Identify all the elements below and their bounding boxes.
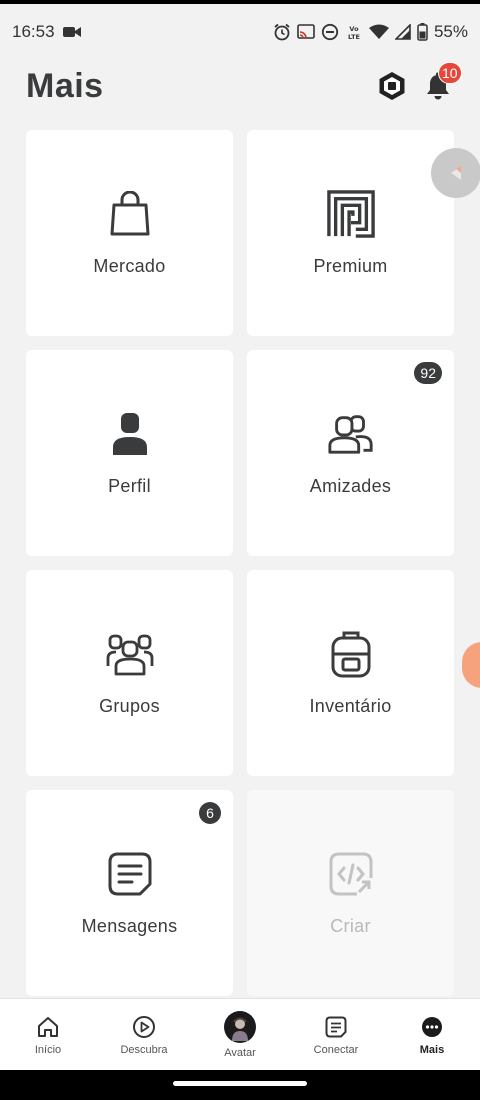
notifications-button[interactable]: 10 [422, 62, 462, 102]
overlay-arrow-icon [451, 166, 461, 180]
page-title: Mais [26, 66, 104, 105]
robux-icon [379, 72, 405, 100]
header-actions: 10 [376, 62, 462, 102]
nav-item-avatar[interactable]: Avatar [192, 1011, 288, 1059]
floating-overlay-button[interactable] [431, 148, 480, 198]
bottom-navigation: Início Descubra Avatar Conectar Mais [0, 998, 480, 1071]
friends-icon [327, 410, 375, 458]
nav-item-mais[interactable]: Mais [384, 1014, 480, 1056]
svg-text:LTE: LTE [348, 33, 360, 41]
home-gesture-bar[interactable] [173, 1081, 307, 1086]
alarm-icon [273, 23, 291, 41]
tile-label: Mercado [93, 255, 166, 276]
cell-signal-icon [394, 24, 411, 40]
chat-icon [323, 1014, 349, 1040]
status-left: 16:53 [12, 22, 81, 42]
nav-label: Avatar [224, 1047, 256, 1059]
status-bar: 16:53 Vo LTE 55% [0, 4, 480, 60]
nav-label: Descubra [120, 1044, 168, 1056]
tile-mensagens[interactable]: 6 Mensagens [26, 790, 233, 996]
tile-label: Amizades [309, 475, 392, 496]
battery-icon [417, 23, 428, 41]
tile-perfil[interactable]: Perfil [26, 350, 233, 556]
wifi-icon [368, 24, 389, 40]
messages-count-badge: 6 [199, 802, 221, 824]
profile-icon [106, 410, 154, 458]
groups-icon [106, 630, 154, 678]
notification-count-badge: 10 [438, 62, 462, 84]
battery-percent: 55% [433, 22, 468, 41]
backpack-icon [327, 630, 375, 678]
do-not-disturb-icon [321, 23, 339, 41]
tile-premium[interactable]: Premium [247, 130, 454, 336]
cast-icon [297, 24, 315, 40]
premium-icon [326, 189, 375, 238]
create-icon [327, 850, 375, 898]
video-camera-icon [62, 25, 81, 39]
page-header: Mais 10 [26, 60, 462, 112]
tile-amizades[interactable]: 92 Amizades [247, 350, 454, 556]
friends-count-badge: 92 [414, 362, 442, 384]
status-time: 16:53 [12, 22, 55, 41]
play-icon [131, 1014, 157, 1040]
svg-text:Vo: Vo [349, 25, 359, 33]
tile-grupos[interactable]: Grupos [26, 570, 233, 776]
tile-label: Criar [330, 915, 371, 936]
nav-label: Conectar [313, 1044, 359, 1056]
status-right: Vo LTE 55% [273, 22, 468, 42]
more-icon [419, 1014, 445, 1040]
volte-icon: Vo LTE [345, 23, 363, 41]
nav-label: Início [34, 1044, 62, 1056]
nav-item-inicio[interactable]: Início [0, 1014, 96, 1056]
avatar-icon [224, 1011, 256, 1043]
shopping-bag-icon [106, 190, 154, 238]
tile-criar[interactable]: Criar [247, 790, 454, 996]
tile-label: Perfil [108, 475, 151, 496]
nav-item-conectar[interactable]: Conectar [288, 1014, 384, 1056]
nav-item-descubra[interactable]: Descubra [96, 1014, 192, 1056]
tile-label: Grupos [99, 695, 160, 716]
tile-inventario[interactable]: Inventário [247, 570, 454, 776]
tile-label: Premium [313, 255, 388, 276]
tile-label: Mensagens [81, 915, 178, 936]
tile-mercado[interactable]: Mercado [26, 130, 233, 336]
robux-button[interactable] [376, 70, 408, 102]
messages-icon [106, 850, 154, 898]
tile-label: Inventário [309, 695, 392, 716]
floating-overlay-bubble[interactable] [462, 642, 480, 688]
nav-label: Mais [419, 1044, 445, 1056]
home-icon [35, 1014, 61, 1040]
